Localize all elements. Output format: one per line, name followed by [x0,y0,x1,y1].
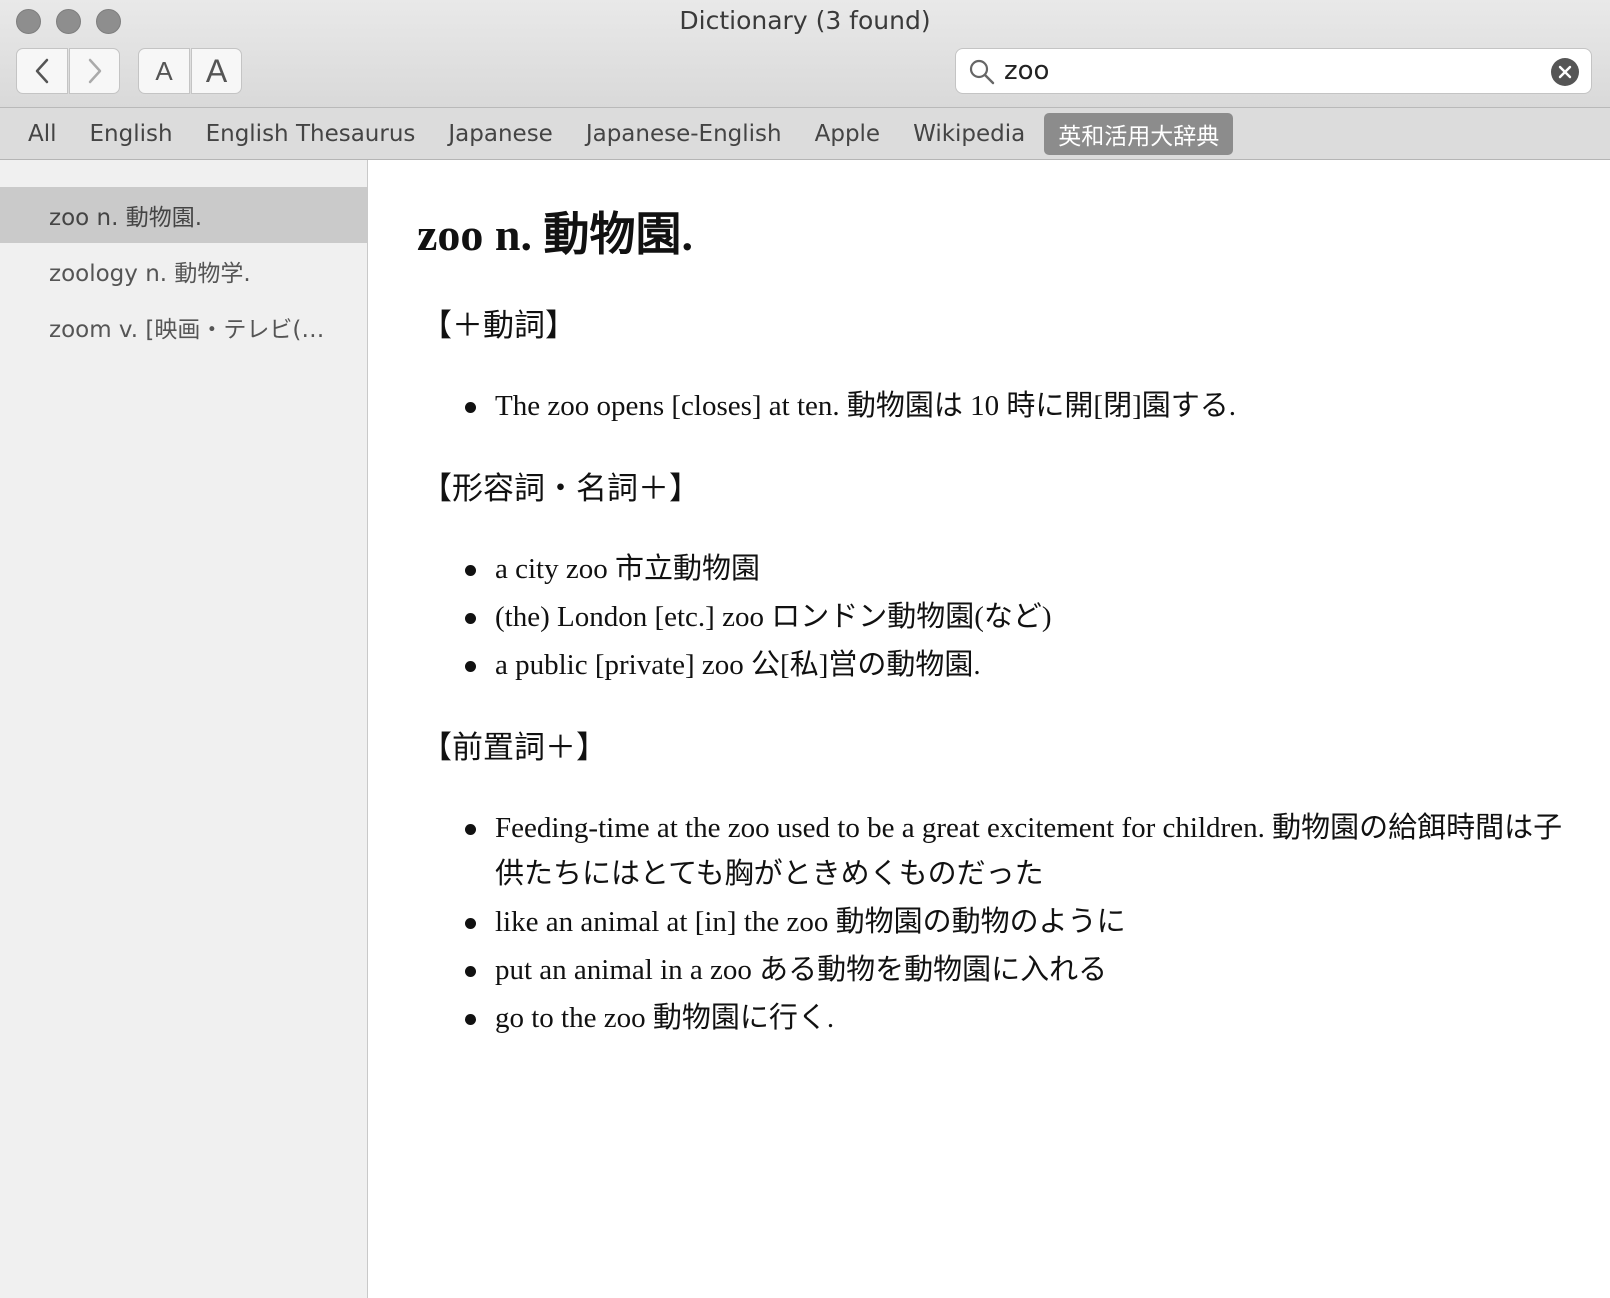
section-heading: 【形容詞・名詞＋】 [421,471,700,506]
result-item[interactable]: zoology n. 動物学. [0,243,367,299]
results-sidebar: zoo n. 動物園. zoology n. 動物学. zoom v. [映画・… [0,160,368,1298]
example-item: Feeding-time at the zoo used to be a gre… [461,805,1610,897]
result-item[interactable]: zoom v. [映画・テレビ(… [0,299,367,355]
example-item: a public [private] zoo 公[私]営の動物園. [461,642,1610,688]
example-list: Feeding-time at the zoo used to be a gre… [461,805,1610,1041]
example-item: like an animal at [in] the zoo 動物園の動物のよう… [461,899,1610,945]
tab-japanese-english[interactable]: Japanese-English [572,117,796,151]
tab-english[interactable]: English [76,117,187,151]
section-heading: 【＋動詞】 [421,308,576,343]
tab-apple[interactable]: Apple [801,117,894,151]
example-item: The zoo opens [closes] at ten. 動物園は 10 時… [461,383,1610,429]
example-item: a city zoo 市立動物園 [461,546,1610,592]
search-icon [969,59,995,85]
section-heading: 【前置詞＋】 [421,730,607,765]
entry-content: zoo n. 動物園. 【＋動詞】 The zoo opens [closes]… [369,160,1610,1298]
search-input[interactable] [1004,55,1524,87]
result-item[interactable]: zoo n. 動物園. [0,187,367,243]
example-list: a city zoo 市立動物園 (the) London [etc.] zoo… [461,546,1610,688]
example-item: put an animal in a zoo ある動物を動物園に入れる [461,947,1610,993]
window-titlebar: Dictionary (3 found) A A [0,0,1610,108]
tab-wikipedia[interactable]: Wikipedia [899,117,1039,151]
increase-font-button[interactable]: A [191,48,242,94]
forward-button[interactable] [69,48,120,94]
entry-headword: zoo n. 動物園. [417,209,693,260]
chevron-right-icon [88,58,101,84]
search-field[interactable] [955,48,1592,94]
window-title: Dictionary (3 found) [679,6,931,35]
example-list: The zoo opens [closes] at ten. 動物園は 10 時… [461,383,1610,429]
example-item: go to the zoo 動物園に行く. [461,995,1610,1041]
decrease-font-button[interactable]: A [138,48,190,94]
tab-all[interactable]: All [14,117,71,151]
dictionary-scope-bar: All English English Thesaurus Japanese J… [0,108,1610,160]
tab-english-thesaurus[interactable]: English Thesaurus [192,117,430,151]
tab-japanese[interactable]: Japanese [434,117,566,151]
example-item: (the) London [etc.] zoo ロンドン動物園(など) [461,594,1610,640]
clear-icon[interactable] [1551,58,1579,86]
tab-eiwa-katsuyou[interactable]: 英和活用大辞典 [1044,112,1234,155]
chevron-left-icon [35,58,49,84]
back-button[interactable] [16,48,68,94]
